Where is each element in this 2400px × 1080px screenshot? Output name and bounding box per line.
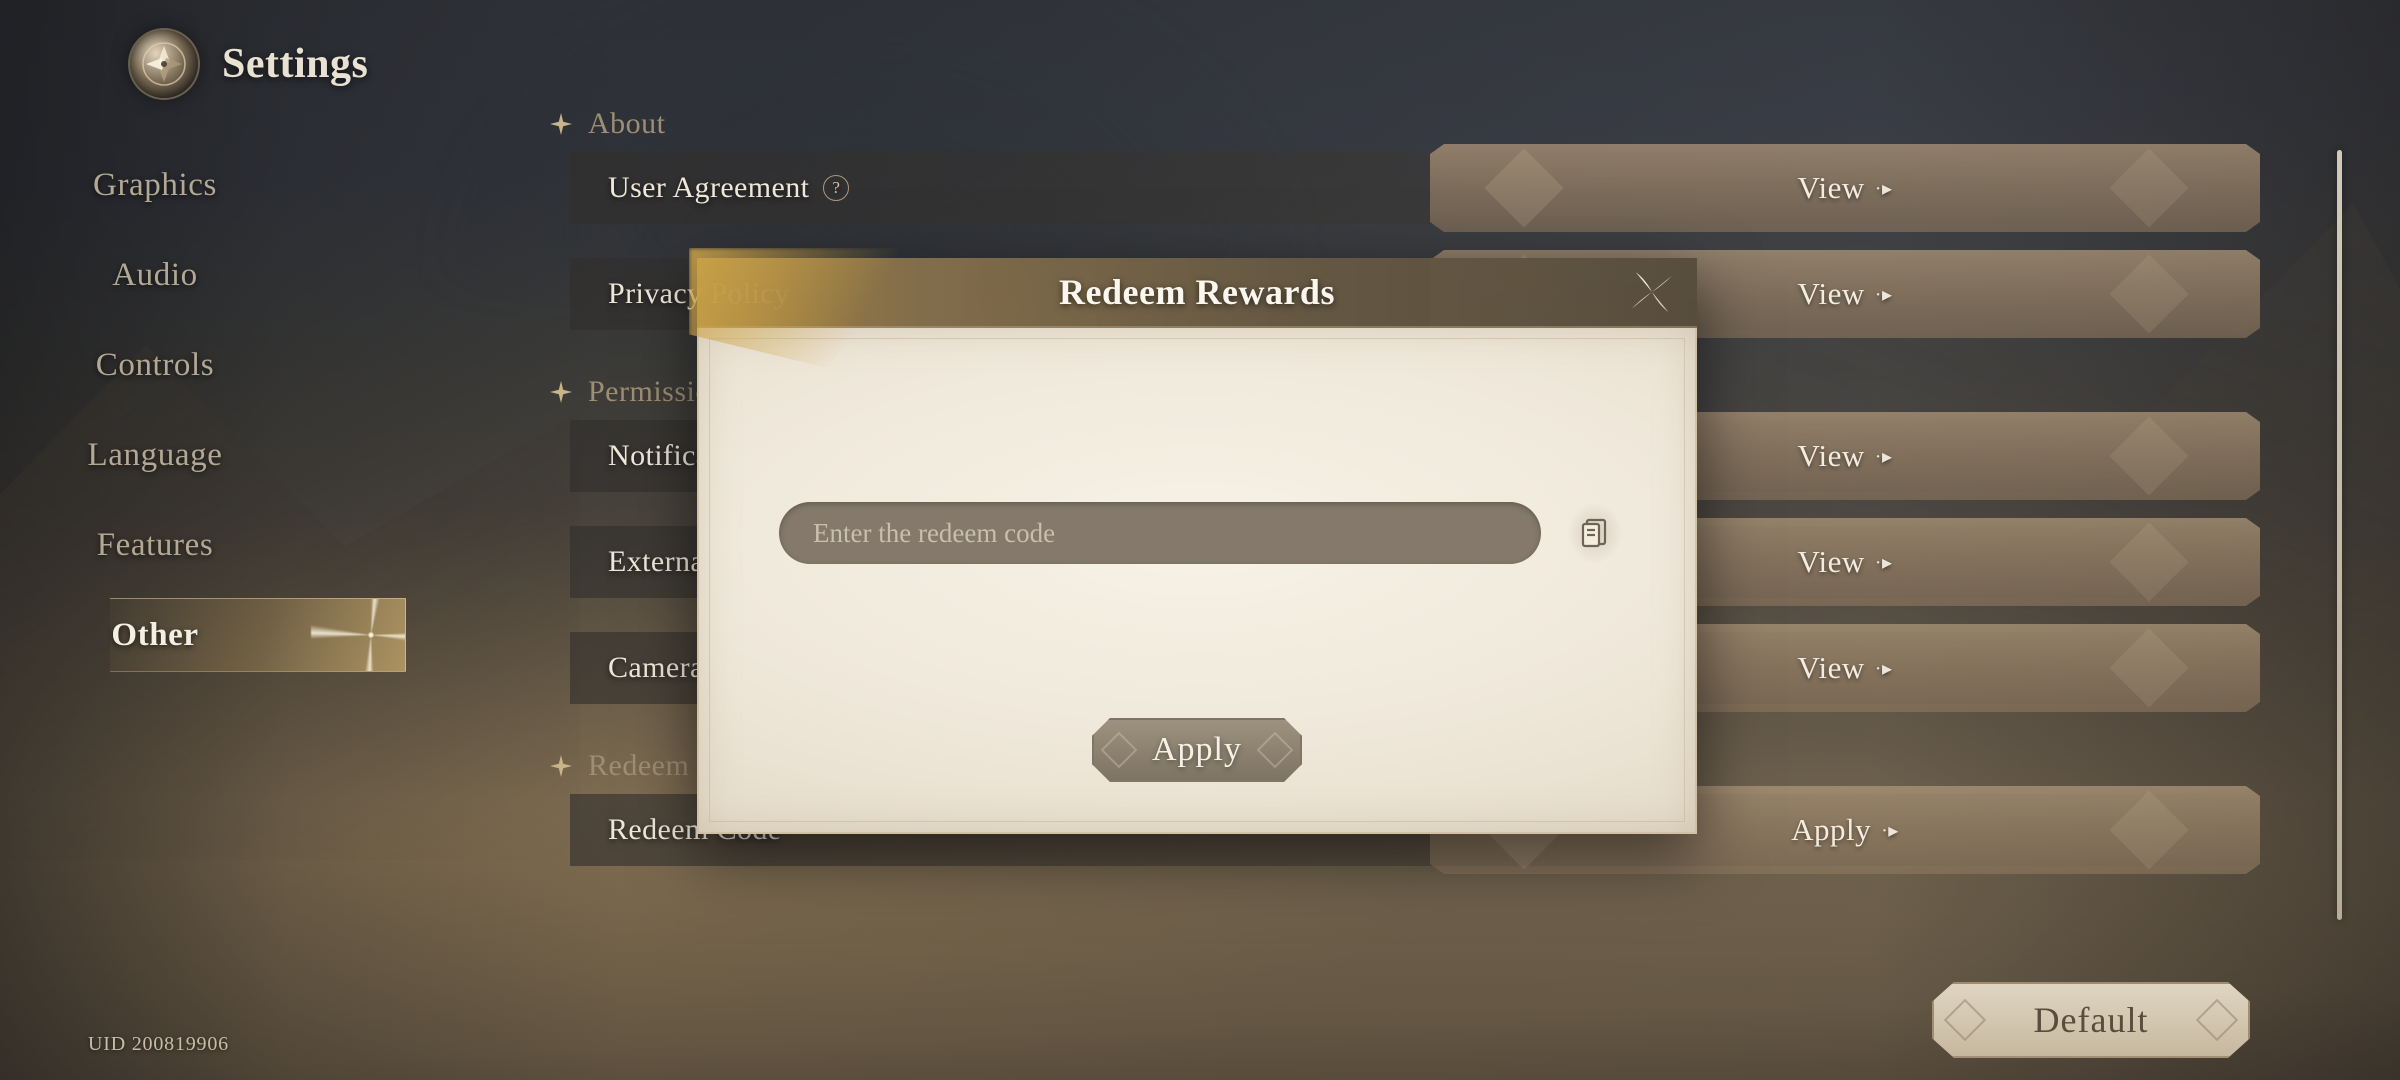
chevron-right-icon: ·▸ <box>1881 819 1899 842</box>
sparkle-icon <box>550 381 572 403</box>
row-action-text: View ·▸ <box>1798 438 1893 474</box>
dialog-title: Redeem Rewards <box>1059 272 1335 312</box>
sidebar-item-label: Language <box>87 436 223 473</box>
close-star-icon[interactable] <box>1621 261 1683 323</box>
sidebar-item-label: Audio <box>112 256 198 293</box>
row-action-label: View <box>1797 276 1865 311</box>
row-action-text: View ·▸ <box>1798 276 1893 312</box>
uid-label: UID 200819906 <box>88 1033 229 1055</box>
ornament-right-icon <box>2196 999 2238 1041</box>
row-action-label: View <box>1797 650 1865 685</box>
row-action-text: View ·▸ <box>1798 170 1893 206</box>
chevron-right-icon: ·▸ <box>1874 445 1893 468</box>
row-action-button[interactable]: View ·▸ <box>1430 144 2260 232</box>
sidebar-item-label: Controls <box>95 346 215 383</box>
group-heading-label: About <box>588 107 666 140</box>
titlebar: Settings <box>130 30 368 98</box>
dialog-header: Redeem Rewards <box>697 258 1697 328</box>
sparkle-icon <box>550 113 572 135</box>
clipboard-paste-icon[interactable] <box>1567 502 1623 564</box>
sidebar-item-language[interactable]: Language <box>0 410 420 500</box>
sidebar-item-audio[interactable]: Audio <box>0 230 420 320</box>
ornament-left-icon <box>1101 732 1138 769</box>
compass-crest-icon <box>130 30 198 98</box>
row-action-label: View <box>1797 170 1865 205</box>
dialog-apply-label: Apply <box>1152 731 1242 768</box>
sidebar-item-graphics[interactable]: Graphics <box>0 140 420 230</box>
row-action-text: View ·▸ <box>1798 650 1893 686</box>
sidebar-item-label: Graphics <box>93 166 217 203</box>
chevron-right-icon: ·▸ <box>1874 177 1893 200</box>
dialog-apply-button[interactable]: Apply <box>1092 718 1302 782</box>
row-action-text: View ·▸ <box>1798 544 1893 580</box>
chevron-right-icon: ·▸ <box>1874 283 1893 306</box>
row-action-label: View <box>1797 544 1865 579</box>
redeem-code-input[interactable] <box>779 502 1541 564</box>
redeem-rewards-dialog: Redeem Rewards Enter the redeem code App… <box>689 248 1697 834</box>
chevron-right-icon: ·▸ <box>1874 551 1893 574</box>
help-icon[interactable]: ? <box>823 175 850 201</box>
sidebar-item-features[interactable]: Features <box>0 500 420 590</box>
settings-row-label-wrap: User Agreement? <box>540 171 850 205</box>
row-action-text: Apply ·▸ <box>1791 812 1899 848</box>
default-button[interactable]: Default <box>1932 982 2250 1058</box>
default-button-label: Default <box>2033 1000 2149 1040</box>
redeem-input-row <box>779 502 1623 564</box>
chevron-right-icon: ·▸ <box>1874 657 1893 680</box>
sidebar-item-label: Other <box>111 616 199 653</box>
game-settings-screen: Settings Graphics Audio Controls Language Fe… <box>0 0 2400 1080</box>
sidebar: Graphics Audio Controls Language Features Oth… <box>0 140 420 680</box>
ornament-right-icon <box>1257 732 1294 769</box>
page-title: Settings <box>222 41 369 87</box>
sidebar-item-other[interactable]: Other <box>0 590 420 680</box>
row-action-label: View <box>1797 438 1865 473</box>
sidebar-item-controls[interactable]: Controls <box>0 320 420 410</box>
ornament-left-icon <box>1944 999 1986 1041</box>
sparkle-icon <box>550 755 572 777</box>
content-scrollbar[interactable] <box>2337 150 2342 920</box>
settings-row: User Agreement? View ·▸ <box>540 152 2260 224</box>
settings-row-label: User Agreement <box>608 171 810 204</box>
dialog-body: Apply <box>697 328 1697 834</box>
sidebar-item-label: Features <box>96 526 214 563</box>
group-heading: About <box>540 96 2260 152</box>
row-action-label: Apply <box>1791 812 1872 847</box>
